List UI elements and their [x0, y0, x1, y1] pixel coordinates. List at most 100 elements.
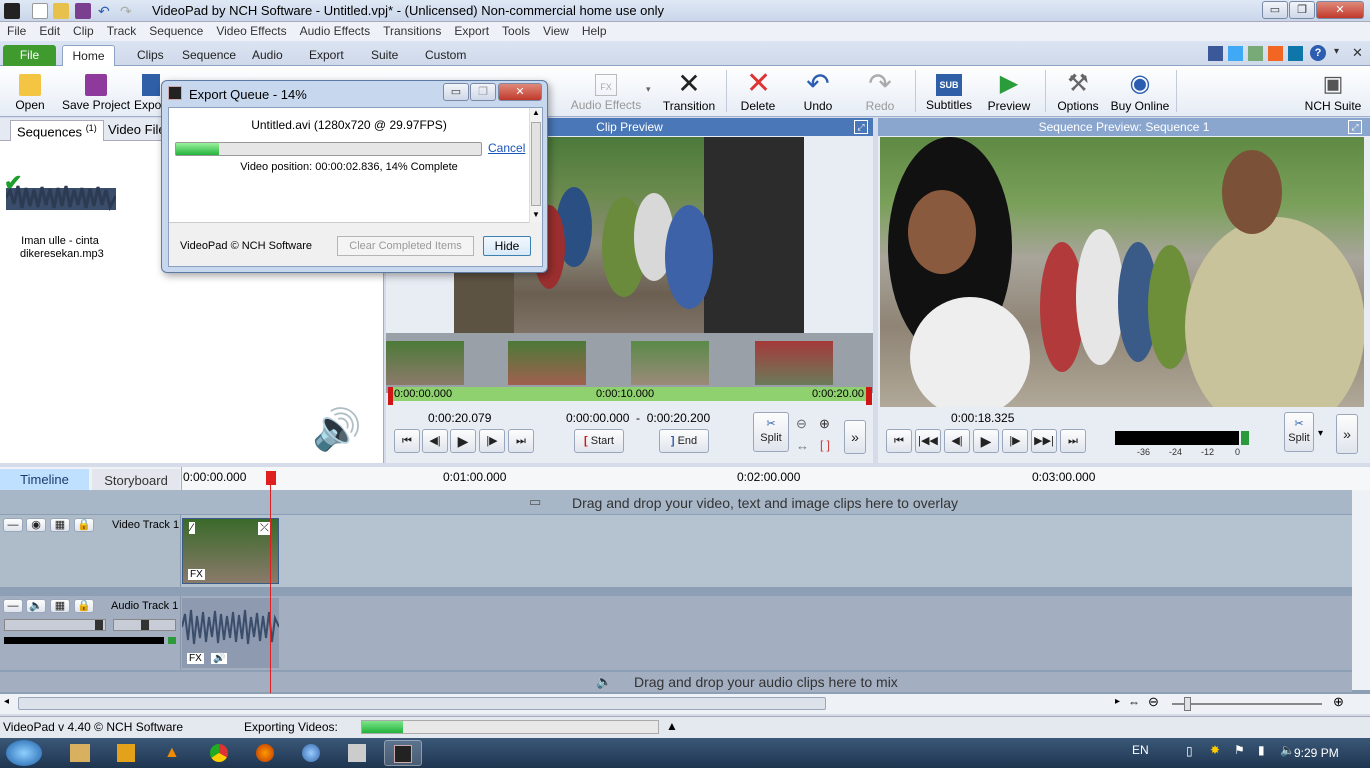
- volume-thumb[interactable]: [95, 620, 103, 630]
- group-icon[interactable]: ▦: [50, 518, 70, 532]
- close-ribbon-icon[interactable]: ✕: [1352, 45, 1363, 61]
- split-button[interactable]: ✂ Split: [1284, 412, 1314, 452]
- timeline-vscroll[interactable]: [1352, 490, 1370, 690]
- options-button[interactable]: ⚒ Options: [1056, 68, 1100, 116]
- tab-suite[interactable]: Suite: [362, 45, 407, 66]
- menu-audio-effects[interactable]: Audio Effects: [293, 22, 377, 38]
- stumbleupon-icon[interactable]: [1268, 46, 1283, 61]
- app-icon[interactable]: [302, 744, 320, 762]
- play-button[interactable]: ▶: [973, 429, 999, 453]
- dialog-minimize-button[interactable]: ▭: [443, 83, 469, 101]
- collapse-icon[interactable]: —: [3, 518, 23, 532]
- menu-sequence[interactable]: Sequence: [142, 22, 209, 38]
- tab-file[interactable]: File: [3, 45, 56, 66]
- step-forward-button[interactable]: |▶: [479, 429, 505, 453]
- audio-drop-zone[interactable]: 🔈 Drag and drop your audio clips here to…: [0, 672, 1352, 692]
- expand-up-icon[interactable]: ▲: [666, 719, 678, 733]
- undo-icon[interactable]: ↶: [98, 3, 114, 19]
- zoom-out-icon[interactable]: ⊖: [1148, 694, 1159, 710]
- tab-sequence[interactable]: Sequence: [173, 45, 245, 66]
- help-icon[interactable]: ?: [1310, 45, 1326, 61]
- firefox-icon[interactable]: [256, 744, 274, 762]
- split-button[interactable]: ✂ Split: [753, 412, 789, 452]
- new-icon[interactable]: [32, 3, 48, 19]
- more-options-button[interactable]: »: [1336, 414, 1358, 454]
- scroll-left-icon[interactable]: ◂: [4, 696, 9, 707]
- menu-help[interactable]: Help: [575, 22, 613, 38]
- tab-audio[interactable]: Audio: [243, 45, 292, 66]
- clip-scrub-bar[interactable]: 0:00:00.000 0:00:10.000 0:00:20.00: [388, 387, 870, 401]
- pan-thumb[interactable]: [141, 620, 149, 630]
- undock-icon[interactable]: ⤢: [1348, 120, 1362, 134]
- fit-width-icon[interactable]: ↔: [796, 438, 809, 453]
- clear-completed-button[interactable]: Clear Completed Items: [337, 236, 474, 256]
- audio-effects-button[interactable]: FX Audio Effects: [570, 68, 642, 116]
- tray-icon[interactable]: ✸: [1210, 743, 1220, 757]
- tab-clips[interactable]: Clips: [128, 45, 173, 66]
- scroll-down-icon[interactable]: ▼: [532, 210, 540, 219]
- skip-start-button[interactable]: ⏮: [394, 429, 420, 453]
- set-end-button[interactable]: ] End: [659, 429, 709, 453]
- dialog-close-button[interactable]: ✕: [498, 83, 542, 101]
- tab-home[interactable]: Home: [62, 45, 115, 66]
- menu-clip[interactable]: Clip: [66, 22, 100, 38]
- playhead-handle[interactable]: [266, 471, 276, 485]
- scroll-right-icon[interactable]: ▸: [1115, 696, 1120, 707]
- playhead-line[interactable]: [270, 471, 271, 693]
- fit-selection-icon[interactable]: [ ]: [820, 438, 830, 452]
- menu-view[interactable]: View: [536, 22, 575, 38]
- menu-transitions[interactable]: Transitions: [376, 22, 447, 38]
- group-icon[interactable]: ▦: [50, 599, 70, 613]
- overlay-track[interactable]: ▭ Drag and drop your video, text and ima…: [0, 490, 1352, 514]
- minimize-button[interactable]: ▭: [1262, 1, 1288, 19]
- scroll-thumb[interactable]: [531, 122, 541, 206]
- transition-button[interactable]: ✕ Transition: [662, 68, 716, 116]
- fade-icon[interactable]: ⁄: [189, 522, 195, 534]
- explorer-icon[interactable]: [70, 744, 90, 762]
- language-indicator[interactable]: EN: [1132, 743, 1149, 757]
- eye-icon[interactable]: ◉: [26, 518, 46, 532]
- preview-button[interactable]: ▶ Preview: [986, 68, 1032, 116]
- lock-icon[interactable]: 🔒: [74, 599, 94, 613]
- undo-button[interactable]: ↶ Undo: [800, 68, 836, 116]
- google-plus-icon[interactable]: [1248, 46, 1263, 61]
- menu-edit[interactable]: Edit: [32, 22, 66, 38]
- clip-fx-badge[interactable]: FX: [187, 653, 204, 664]
- open-button[interactable]: Open: [8, 68, 52, 116]
- audio-clip-thumbnail[interactable]: [4, 176, 118, 220]
- cancel-link[interactable]: Cancel: [488, 141, 525, 155]
- more-options-button[interactable]: »: [844, 420, 866, 454]
- twitter-icon[interactable]: [1228, 46, 1243, 61]
- redo-icon[interactable]: ↷: [120, 3, 136, 19]
- skip-end-button[interactable]: ⏭: [508, 429, 534, 453]
- menu-video-effects[interactable]: Video Effects: [209, 22, 292, 38]
- dialog-maximize-button[interactable]: ❐: [470, 83, 496, 101]
- start-button[interactable]: [6, 740, 42, 766]
- close-button[interactable]: ✕: [1316, 1, 1364, 19]
- fit-timeline-icon[interactable]: ⇔: [1128, 695, 1140, 709]
- step-back-button[interactable]: ◀|: [944, 429, 970, 453]
- chevron-down-icon[interactable]: ▾: [1334, 46, 1339, 57]
- prev-clip-button[interactable]: |◀◀: [915, 429, 941, 453]
- clock[interactable]: 9:29 PM: [1294, 746, 1339, 760]
- save-project-button[interactable]: Save Project: [62, 68, 130, 116]
- clip-filmstrip[interactable]: [386, 333, 873, 393]
- set-start-button[interactable]: [ Start: [574, 429, 624, 453]
- redo-button[interactable]: ↷ Redo: [862, 68, 898, 116]
- menu-file[interactable]: File: [0, 22, 32, 38]
- video-clip[interactable]: FX ⤫ ⁄: [182, 518, 279, 584]
- tab-video-files[interactable]: Video File: [108, 122, 166, 137]
- next-clip-button[interactable]: ▶▶|: [1031, 429, 1057, 453]
- menu-export[interactable]: Export: [447, 22, 495, 38]
- clip-start-marker[interactable]: [388, 387, 393, 405]
- dialog-scrollbar[interactable]: ▲ ▼: [529, 108, 542, 223]
- split-dropdown-icon[interactable]: ▾: [1318, 428, 1323, 439]
- skip-start-button[interactable]: ⏮: [886, 429, 912, 453]
- facebook-icon[interactable]: [1208, 46, 1223, 61]
- timeline-ruler[interactable]: 0:00:00.000 0:01:00.000 0:02:00.000 0:03…: [181, 467, 1370, 490]
- clip-volume-icon[interactable]: 🔊: [211, 653, 228, 664]
- device-icon[interactable]: ▯: [1186, 744, 1193, 758]
- collapse-icon[interactable]: —: [3, 599, 23, 613]
- save-icon[interactable]: [75, 3, 91, 19]
- menu-tools[interactable]: Tools: [495, 22, 536, 38]
